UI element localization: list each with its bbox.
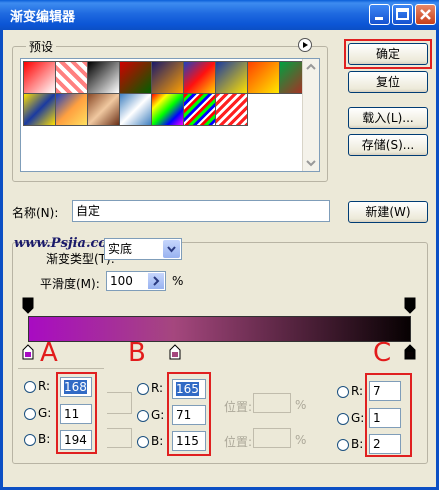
radio-r-a[interactable] [24, 381, 36, 393]
radio-r-c[interactable] [337, 386, 349, 398]
preset-swatch[interactable] [183, 61, 216, 94]
color-stop-c[interactable] [404, 344, 416, 360]
gradient-type-value: 实底 [108, 242, 133, 256]
marker-c: C [373, 338, 392, 368]
highlight-c [365, 373, 412, 457]
dropdown-button[interactable] [163, 240, 180, 258]
new-button[interactable]: 新建(W) [348, 201, 428, 223]
location-unit-1: % [295, 398, 307, 412]
preset-swatch[interactable] [55, 93, 88, 126]
location-label-1: 位置: [224, 400, 253, 414]
radio-r-b[interactable] [137, 383, 149, 395]
label-b-a: B: [38, 432, 51, 446]
highlight-a [56, 372, 97, 454]
radio-g-c[interactable] [337, 413, 349, 425]
ok-button[interactable]: 确定 [348, 43, 428, 65]
smoothness-input[interactable]: 100 [106, 271, 166, 291]
maximize-icon [396, 8, 409, 20]
preset-swatch[interactable] [247, 61, 280, 94]
name-label: 名称(N): [12, 206, 59, 220]
location-input-1[interactable] [253, 393, 291, 413]
gradient-bar[interactable] [28, 316, 411, 342]
gradient-type-select[interactable]: 实底 [104, 238, 182, 260]
smoothness-value: 100 [110, 274, 133, 288]
color-stop-b[interactable] [169, 344, 181, 360]
label-r-b: R: [151, 381, 164, 395]
minimize-icon [375, 17, 383, 20]
marker-a: A [40, 338, 58, 368]
preset-swatch[interactable] [119, 61, 152, 94]
maximize-button[interactable] [392, 4, 413, 25]
preset-swatch[interactable] [23, 61, 56, 94]
smoothness-stepper[interactable] [148, 273, 164, 289]
preset-swatch[interactable] [151, 93, 184, 126]
preset-swatch[interactable] [87, 61, 120, 94]
color-stop-a[interactable] [22, 344, 34, 360]
label-b-c: B: [351, 437, 364, 451]
link-bracket-a2 [107, 428, 132, 448]
location-input-2[interactable] [253, 428, 291, 448]
name-input[interactable]: 自定 [72, 200, 330, 222]
radio-b-a[interactable] [24, 434, 36, 446]
chevron-right-icon [153, 276, 160, 286]
opacity-stop-left[interactable] [22, 297, 34, 315]
preset-swatch[interactable] [215, 61, 248, 94]
radio-g-a[interactable] [24, 408, 36, 420]
reset-button[interactable]: 复位 [348, 71, 428, 93]
label-g-b: G: [151, 408, 165, 422]
label-r-c: R: [351, 384, 364, 398]
presets-menu-button[interactable] [298, 38, 312, 52]
preset-swatch[interactable] [151, 61, 184, 94]
smoothness-label: 平滑度(M): [40, 277, 100, 291]
minimize-button[interactable] [369, 4, 390, 25]
preset-scrollbar[interactable] [302, 59, 319, 171]
play-arrow-icon [303, 42, 308, 48]
window-title: 渐变编辑器 [10, 10, 76, 25]
opacity-stop-right[interactable] [404, 297, 416, 315]
radio-b-c[interactable] [337, 439, 349, 451]
label-g-a: G: [38, 406, 52, 420]
location-unit-2: % [295, 433, 307, 447]
label-r-a: R: [38, 379, 51, 393]
label-b-b: B: [151, 434, 164, 448]
marker-b: B [128, 338, 146, 368]
location-label-2: 位置: [224, 435, 253, 449]
presets-label: 预设 [26, 38, 57, 55]
radio-b-b[interactable] [137, 436, 149, 448]
load-button[interactable]: 载入(L)... [348, 107, 428, 129]
preset-swatch[interactable] [87, 93, 120, 126]
smoothness-unit: % [172, 274, 184, 288]
highlight-b [167, 372, 211, 456]
close-button[interactable] [415, 4, 436, 25]
scroll-down-icon[interactable] [303, 155, 319, 171]
chevron-down-icon [167, 246, 176, 253]
label-g-c: G: [351, 411, 365, 425]
preset-list[interactable] [20, 58, 320, 172]
preset-swatch[interactable] [119, 93, 152, 126]
preset-swatch[interactable] [23, 93, 56, 126]
preset-swatch[interactable] [55, 61, 88, 94]
save-button[interactable]: 存储(S)... [348, 134, 428, 156]
scroll-up-icon[interactable] [303, 59, 319, 75]
link-bracket-a1 [107, 392, 132, 414]
close-icon [420, 9, 431, 20]
preset-swatch[interactable] [215, 93, 248, 126]
radio-g-b[interactable] [137, 410, 149, 422]
preset-swatch[interactable] [183, 93, 216, 126]
